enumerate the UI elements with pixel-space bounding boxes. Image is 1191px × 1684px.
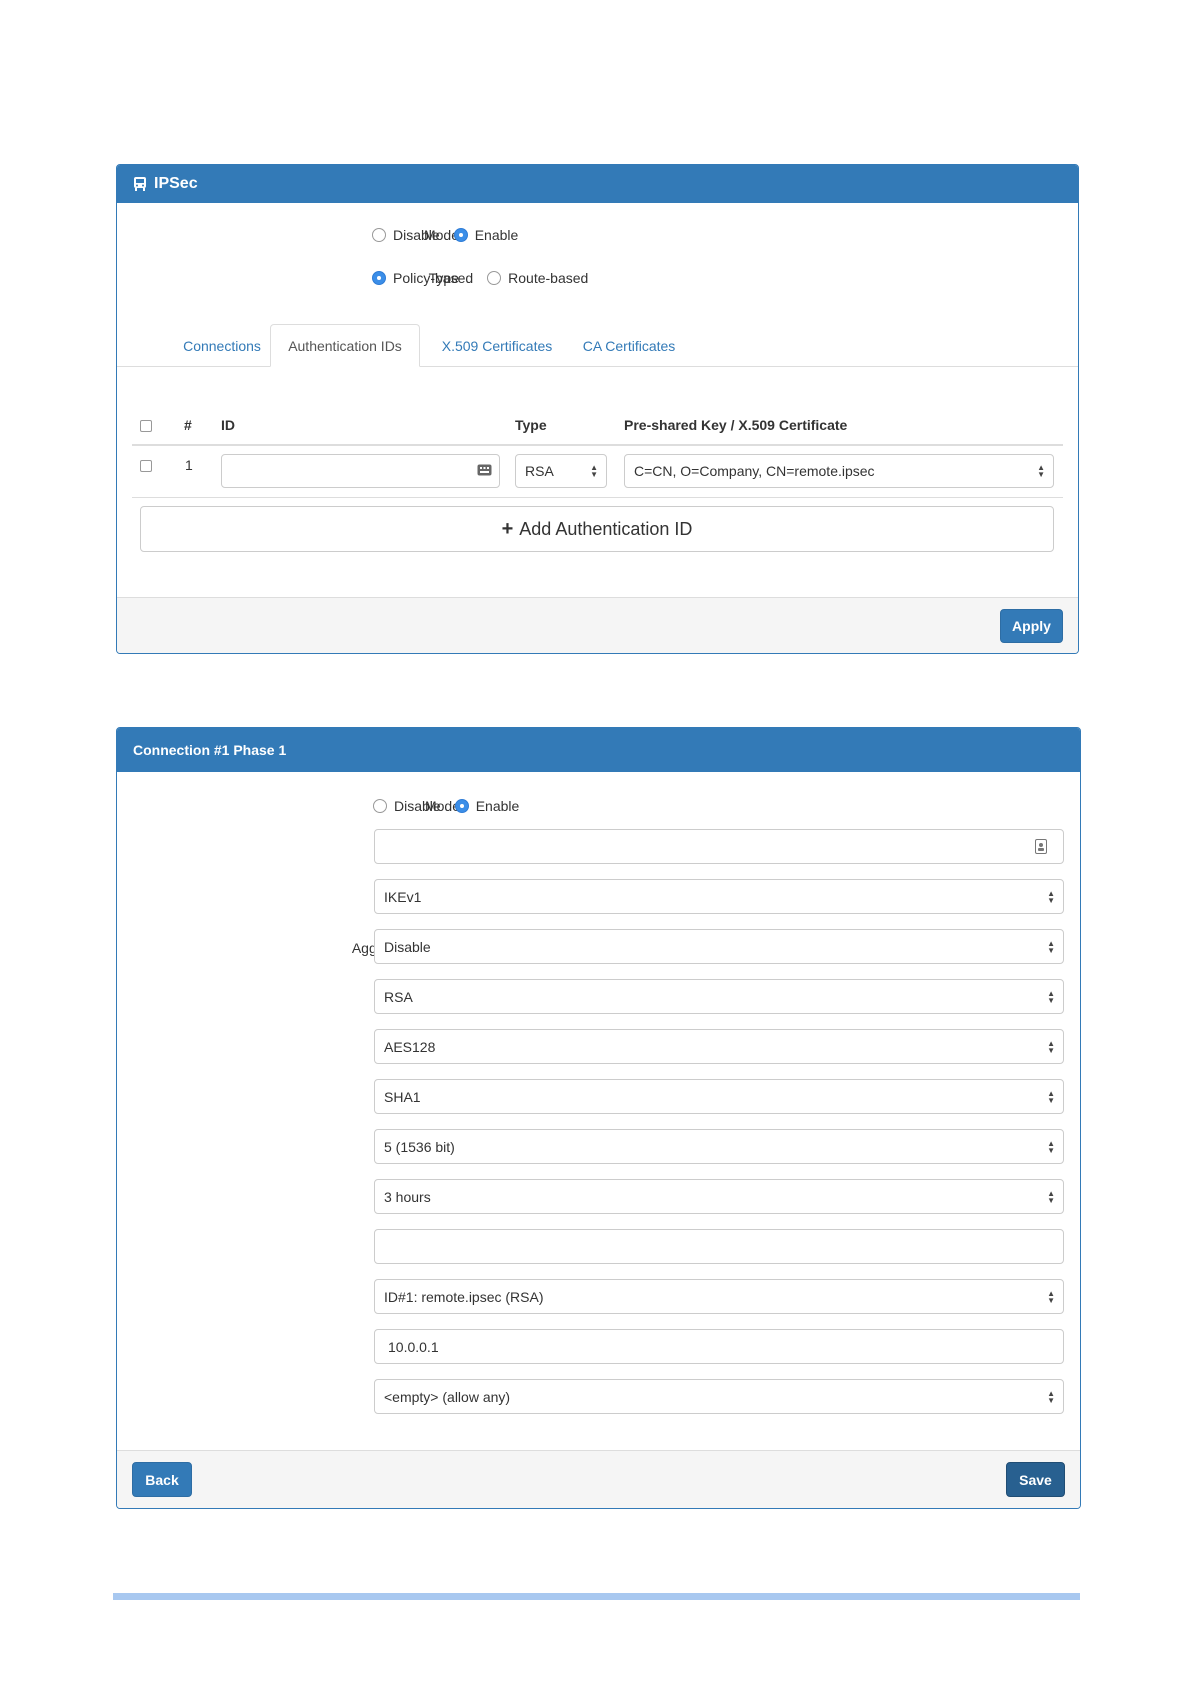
- type-radio-group: Policy-based Route-based: [372, 270, 602, 286]
- select-arrows-icon: ▲ ▼: [1047, 1288, 1055, 1305]
- lifetime-value: 3 hours: [384, 1188, 431, 1205]
- p1-mode-disable-radio[interactable]: [373, 799, 387, 813]
- auth-type-value: RSA: [384, 988, 413, 1005]
- lifetime-select[interactable]: 3 hours ▲ ▼: [374, 1179, 1064, 1214]
- row-type-value: RSA: [525, 463, 554, 479]
- row-key-select[interactable]: C=CN, O=Company, CN=remote.ipsec ▲ ▼: [624, 454, 1054, 488]
- p1-mode-enable-radio[interactable]: [454, 799, 469, 813]
- col-header-id: ID: [221, 417, 235, 433]
- row-number: 1: [185, 457, 193, 473]
- p1-mode-enable-label: Enable: [475, 798, 520, 814]
- row-key-value: C=CN, O=Company, CN=remote.ipsec: [634, 463, 875, 479]
- tab-x509-certificates[interactable]: X.509 Certificates: [433, 325, 561, 367]
- type-route-radio[interactable]: [487, 271, 502, 285]
- select-arrows-icon: ▲ ▼: [1047, 1388, 1055, 1405]
- add-authentication-id-button[interactable]: + Add Authentication ID: [140, 506, 1054, 552]
- encryption-value: AES128: [384, 1038, 436, 1055]
- encryption-select[interactable]: AES128 ▲ ▼: [374, 1029, 1064, 1064]
- table-row-divider: [132, 497, 1063, 498]
- ipsec-panel: IPSec Mode Disable Enable Type Policy-ba…: [116, 164, 1079, 654]
- apply-button[interactable]: Apply: [1000, 609, 1063, 643]
- local-id-value: ID#1: remote.ipsec (RSA): [384, 1288, 544, 1305]
- dh-group-value: 5 (1536 bit): [384, 1138, 455, 1155]
- ipsec-panel-title: IPSec: [154, 175, 198, 192]
- phase1-panel-footer: Back Save: [117, 1450, 1080, 1508]
- protocol-select[interactable]: IKEv1 ▲ ▼: [374, 879, 1064, 914]
- select-arrows-icon: ▲ ▼: [1037, 463, 1045, 479]
- page-bottom-rule: [113, 1593, 1080, 1600]
- mode-disable-radio[interactable]: [372, 228, 386, 242]
- remote-id-select[interactable]: <empty> (allow any) ▲ ▼: [374, 1379, 1064, 1414]
- select-all-checkbox[interactable]: [140, 420, 152, 432]
- add-authentication-id-label: Add Authentication ID: [519, 518, 693, 539]
- plus-icon: +: [501, 517, 514, 540]
- keyboard-icon: [477, 463, 492, 479]
- mode-enable-radio[interactable]: [453, 228, 468, 242]
- phase1-panel-title: Connection #1 Phase 1: [133, 742, 287, 758]
- bus-icon: [133, 176, 147, 192]
- save-button[interactable]: Save: [1006, 1462, 1065, 1497]
- ipsec-panel-footer: Apply: [117, 597, 1078, 653]
- select-arrows-icon: ▲ ▼: [1047, 1038, 1055, 1055]
- aggressive-mode-select[interactable]: Disable ▲ ▼: [374, 929, 1064, 964]
- name-input[interactable]: [374, 829, 1064, 864]
- type-route-label: Route-based: [508, 270, 589, 286]
- dh-group-select[interactable]: 5 (1536 bit) ▲ ▼: [374, 1129, 1064, 1164]
- col-header-type: Type: [515, 417, 547, 433]
- select-arrows-icon: ▲ ▼: [1047, 988, 1055, 1005]
- local-host-input[interactable]: [374, 1229, 1064, 1264]
- col-header-key: Pre-shared Key / X.509 Certificate: [624, 417, 848, 433]
- remote-id-value: <empty> (allow any): [384, 1388, 511, 1405]
- select-arrows-icon: ▲ ▼: [1047, 888, 1055, 905]
- aggressive-mode-value: Disable: [384, 938, 431, 955]
- table-header-divider: [132, 444, 1063, 446]
- select-arrows-icon: ▲ ▼: [590, 463, 598, 479]
- phase1-panel-heading: Connection #1 Phase 1: [117, 728, 1080, 772]
- auth-type-select[interactable]: RSA ▲ ▼: [374, 979, 1064, 1014]
- select-arrows-icon: ▲ ▼: [1047, 938, 1055, 955]
- contact-card-icon: [1035, 839, 1047, 857]
- hash-select[interactable]: SHA1 ▲ ▼: [374, 1079, 1064, 1114]
- hash-value: SHA1: [384, 1088, 421, 1105]
- remote-host-input[interactable]: 10.0.0.1: [374, 1329, 1064, 1364]
- col-header-num: #: [184, 417, 192, 433]
- back-button[interactable]: Back: [132, 1462, 192, 1497]
- tab-ca-certificates[interactable]: CA Certificates: [573, 325, 685, 367]
- type-policy-radio[interactable]: [372, 271, 386, 285]
- row-id-input[interactable]: [221, 454, 500, 488]
- p1-mode-disable-label: Disable: [394, 798, 441, 814]
- mode-radio-group: Disable Enable: [372, 227, 532, 243]
- select-arrows-icon: ▲ ▼: [1047, 1138, 1055, 1155]
- type-policy-label: Policy-based: [393, 270, 474, 286]
- row-type-select[interactable]: RSA ▲ ▼: [515, 454, 607, 488]
- mode-disable-label: Disable: [393, 227, 440, 243]
- row-checkbox[interactable]: [140, 460, 152, 472]
- p1-mode-radio-group: Disable Enable: [373, 798, 533, 814]
- tab-authentication-ids[interactable]: Authentication IDs: [270, 324, 420, 367]
- mode-enable-label: Enable: [474, 227, 519, 243]
- select-arrows-icon: ▲ ▼: [1047, 1088, 1055, 1105]
- select-arrows-icon: ▲ ▼: [1047, 1188, 1055, 1205]
- ipsec-panel-heading: IPSec: [117, 165, 1078, 203]
- local-id-select[interactable]: ID#1: remote.ipsec (RSA) ▲ ▼: [374, 1279, 1064, 1314]
- phase1-panel: Connection #1 Phase 1 Mode Disable Enabl…: [116, 727, 1081, 1509]
- protocol-value: IKEv1: [384, 888, 422, 905]
- remote-host-value: 10.0.0.1: [388, 1338, 439, 1355]
